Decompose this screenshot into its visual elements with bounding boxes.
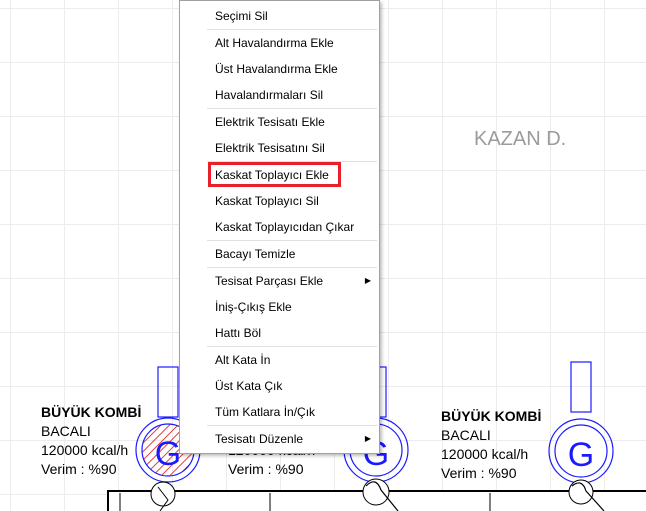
context-menu: Seçimi Sil Alt Havalandırma Ekle Üst Hav… (179, 0, 380, 454)
menu-item-add-fitting[interactable]: Tesisat Parçası Ekle ▶ (180, 268, 379, 294)
kombi-right-title: BÜYÜK KOMBİ (441, 408, 542, 424)
kombi-middle-efficiency: Verim : %90 (228, 461, 304, 477)
menu-item-add-electrical[interactable]: Elektrik Tesisatı Ekle (180, 109, 379, 135)
menu-item-delete-electrical[interactable]: Elektrik Tesisatını Sil (180, 135, 379, 161)
kombi-left-capacity: 120000 kcal/h (41, 442, 129, 458)
menu-item-clean-chimney[interactable]: Bacayı Temizle (180, 241, 379, 267)
menu-item-add-riser[interactable]: İniş-Çıkış Ekle (180, 294, 379, 320)
boiler-left-symbol: G (155, 435, 181, 473)
room-label: KAZAN D. (474, 128, 567, 150)
menu-item-split-line[interactable]: Hattı Böl (180, 320, 379, 346)
boiler-right[interactable]: G (548, 361, 614, 484)
highlight-annotation (208, 162, 341, 187)
menu-item-edit-installation[interactable]: Tesisatı Düzenle ▶ (180, 426, 379, 452)
kombi-left-type: BACALI (41, 423, 91, 439)
menu-item-add-top-vent[interactable]: Üst Havalandırma Ekle (180, 56, 379, 82)
menu-item-floor-down[interactable]: Alt Kata İn (180, 347, 379, 373)
menu-item-all-floors[interactable]: Tüm Katlara İn/Çık (180, 399, 379, 425)
kombi-right-type: BACALI (441, 427, 491, 443)
kombi-right-efficiency: Verim : %90 (441, 465, 517, 481)
menu-item-delete-vents[interactable]: Havalandırmaları Sil (180, 82, 379, 108)
kombi-right-capacity: 120000 kcal/h (441, 446, 529, 462)
boiler-right-symbol: G (568, 436, 594, 474)
submenu-arrow-icon: ▶ (364, 434, 371, 443)
kombi-left-title: BÜYÜK KOMBİ (41, 404, 142, 420)
kombi-left-efficiency: Verim : %90 (41, 461, 117, 477)
menu-item-add-bottom-vent[interactable]: Alt Havalandırma Ekle (180, 30, 379, 56)
menu-item-delete-cascade-collector[interactable]: Kaskat Toplayıcı Sil (180, 188, 379, 214)
submenu-arrow-icon: ▶ (364, 276, 371, 285)
menu-item-clear-selection[interactable]: Seçimi Sil (180, 3, 379, 29)
menu-item-floor-up[interactable]: Üst Kata Çık (180, 373, 379, 399)
menu-item-remove-from-cascade[interactable]: Kaskat Toplayıcıdan Çıkar (180, 214, 379, 240)
